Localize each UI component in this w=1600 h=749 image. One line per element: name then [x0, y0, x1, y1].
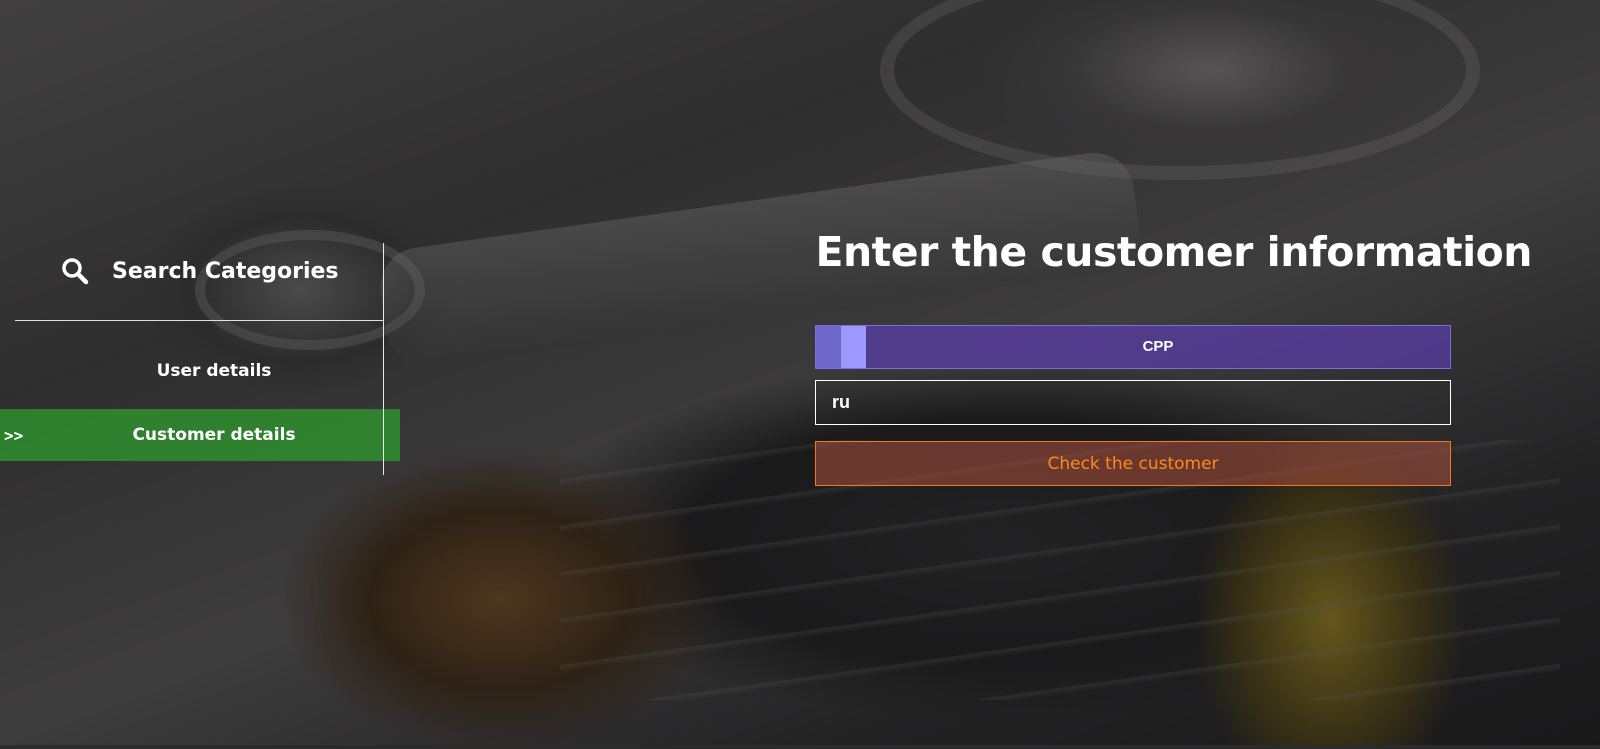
sidebar-item-user-details[interactable]: User details — [0, 345, 400, 397]
search-categories-title: Search Categories — [112, 258, 339, 284]
check-customer-button[interactable]: Check the customer — [815, 441, 1451, 486]
toggle-label: CPP — [1142, 338, 1174, 355]
sidebar-header-divider — [15, 320, 384, 321]
search-icon[interactable] — [60, 256, 90, 286]
search-header: Search Categories — [60, 251, 339, 291]
sidebar-item-label: Customer details — [132, 425, 296, 445]
toggle-knob[interactable] — [841, 326, 866, 368]
sidebar-vertical-divider — [383, 243, 384, 475]
sidebar-item-label: User details — [156, 361, 272, 381]
page-title: Enter the customer information — [815, 228, 1532, 276]
sidebar: Search Categories User details >> Custom… — [0, 243, 400, 475]
bottom-bar — [0, 745, 1600, 749]
cpp-toggle[interactable]: CPP — [815, 325, 1451, 369]
customer-input[interactable] — [815, 380, 1451, 425]
sidebar-item-customer-details[interactable]: >> Customer details — [0, 409, 400, 461]
